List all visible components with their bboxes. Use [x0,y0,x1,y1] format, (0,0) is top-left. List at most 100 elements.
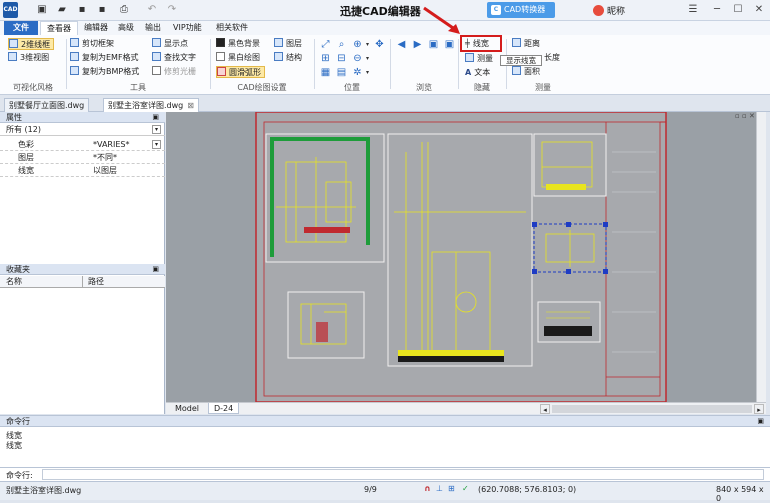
zoom-dropdown-icon[interactable]: ▾ [362,39,373,50]
layers-button[interactable]: 图层 [274,38,302,50]
clip-frame-icon [70,38,79,47]
app-title: 迅捷CAD编辑器 [340,5,421,18]
new-file-icon[interactable]: ▣ [36,3,48,16]
user-nickname[interactable]: 昵称 [593,4,625,17]
print-icon[interactable]: ⎙ [118,3,130,16]
pin-icon[interactable]: ▣ [152,112,159,123]
doc-tab-dining-elevation[interactable]: 别墅餐厅立面图.dwg [4,98,90,112]
tab-advanced[interactable]: 高级 [112,21,140,35]
zoom-extents-icon[interactable]: ⊞ [320,53,331,64]
group-label-visual-style: 可视化风格 [13,83,53,92]
copy-emf-button[interactable]: 复制为EMF格式 [70,52,139,64]
close-icon[interactable]: ✕ [752,3,766,17]
menu-icon[interactable]: ☰ [686,3,700,17]
pan-icon[interactable]: ✥ [374,39,385,50]
redo-icon[interactable]: ↷ [166,3,178,16]
converter-label: CAD转换器 [504,5,546,14]
last-page-icon[interactable]: ▣ [444,39,455,50]
first-page-icon[interactable]: ▣ [428,39,439,50]
pin-icon[interactable]: ▣ [757,416,764,427]
scroll-left-icon[interactable]: ◂ [540,404,550,414]
fit-width-icon[interactable]: ▦ [320,67,331,78]
group-label-browse: 浏览 [416,83,432,92]
tab-editor[interactable]: 编辑器 [78,21,114,35]
distance-button[interactable]: 距离 [512,38,540,50]
tab-output[interactable]: 输出 [139,21,167,35]
left-panel: 属性 ▣ 所有 (12) ▾ 色彩 *VARIES* ▾ 图层 *不同* 线宽 以图层 收藏… [0,112,165,414]
column-path[interactable]: 路径 [88,276,104,288]
line-width-highlight [460,35,502,52]
favorites-header: 收藏夹 ▣ [0,264,165,275]
command-panel: 命令行 ▣ 线宽 线宽 [0,415,770,467]
view-3d-button[interactable]: 3维视图 [8,52,49,64]
zoom-window-icon[interactable]: ⤢ [320,39,331,50]
property-row-linewidth[interactable]: 线宽 以图层 [0,165,165,177]
pin-icon[interactable]: ▣ [152,264,159,275]
copy-bmp-icon [70,66,79,75]
command-input[interactable] [42,469,764,480]
zoom-realtime-icon[interactable]: ⌕ [336,39,347,50]
wireframe-2d-button[interactable]: 2维线框 [8,38,55,50]
save-as-icon[interactable]: ▪ [96,3,108,16]
horizontal-scrollbar[interactable] [552,405,752,413]
column-name[interactable]: 名称 [6,276,22,288]
close-view-icon[interactable]: ✕ [749,112,755,120]
copy-bmp-button[interactable]: 复制为BMP格式 [70,66,139,78]
find-text-icon [152,52,161,61]
open-folder-icon[interactable]: ▰ [56,3,68,16]
scroll-right-icon[interactable]: ▸ [754,404,764,414]
structure-button[interactable]: 结构 [274,52,302,64]
restore-icon[interactable]: ▫ [735,112,740,120]
doc-tab-master-bath-detail[interactable]: 别墅主浴室详图.dwg ⊠ [103,98,199,112]
undo-icon[interactable]: ↶ [146,3,158,16]
smooth-arc-button[interactable]: 圆滑弧形 [216,66,265,78]
measure-toggle[interactable]: 测量 [465,53,493,65]
structure-icon [274,52,283,61]
close-tab-icon[interactable]: ⊠ [187,99,194,112]
group-label-hide: 隐藏 [474,83,490,92]
show-points-button[interactable]: 显示点 [152,38,188,50]
layout-tab-d24[interactable]: D-24 [208,403,240,414]
cad-converter-button[interactable]: C CAD转换器 [487,2,555,18]
text-toggle[interactable]: A 文本 [465,67,490,79]
black-background-button[interactable]: 黑色背景 [216,38,260,50]
trim-raster-button[interactable]: 修剪光栅 [152,66,196,78]
chevron-down-icon[interactable]: ▾ [152,140,161,149]
tab-file[interactable]: 文件 [4,21,38,35]
nickname-label: 昵称 [607,7,626,17]
layers-icon [274,38,283,47]
cad-drawing[interactable] [166,111,756,403]
grid-icon[interactable]: ⊞ [448,484,455,493]
save-icon[interactable]: ▪ [76,3,88,16]
fit-page-icon[interactable]: ▤ [336,67,347,78]
tab-related-software[interactable]: 相关软件 [210,21,254,35]
tab-vip[interactable]: VIP功能 [167,21,208,35]
property-row-color[interactable]: 色彩 *VARIES* ▾ [0,139,165,151]
tab-viewer[interactable]: 查看器 [40,21,78,35]
find-text-button[interactable]: 查找文字 [152,52,196,64]
polar-icon[interactable]: ✓ [462,484,469,493]
orbit-dropdown-icon[interactable]: ▾ [362,67,373,78]
layout-tab-model[interactable]: Model [170,403,204,414]
minimize-icon[interactable]: ─ [710,3,724,17]
chevron-down-icon[interactable]: ▾ [152,125,161,134]
zoom-dropdown-icon[interactable]: ▾ [362,53,373,64]
clip-frame-button[interactable]: 剪切框架 [70,38,114,50]
zoom-previous-icon[interactable]: ⊟ [336,53,347,64]
snap-icon[interactable]: ∩ [424,484,431,493]
black-background-icon [216,38,225,47]
area-button[interactable]: 面积 [512,66,540,78]
maximize-view-icon[interactable]: ▫ [742,112,747,120]
arrow-right-icon[interactable]: ▶ [412,39,423,50]
vertical-scrollbar[interactable] [756,112,766,402]
drawing-canvas[interactable] [166,111,756,403]
arrow-left-icon[interactable]: ◀ [396,39,407,50]
property-row-layer[interactable]: 图层 *不同* [0,152,165,164]
black-white-drawing-button[interactable]: 黑白绘图 [216,52,260,64]
red-arrow-annotation [423,6,460,34]
ortho-icon[interactable]: ⊥ [436,484,443,493]
length-button[interactable]: 长度 [544,52,560,64]
maximize-icon[interactable]: ☐ [731,3,745,17]
properties-selector[interactable]: 所有 (12) ▾ [0,124,165,136]
smooth-arc-icon [217,67,226,76]
